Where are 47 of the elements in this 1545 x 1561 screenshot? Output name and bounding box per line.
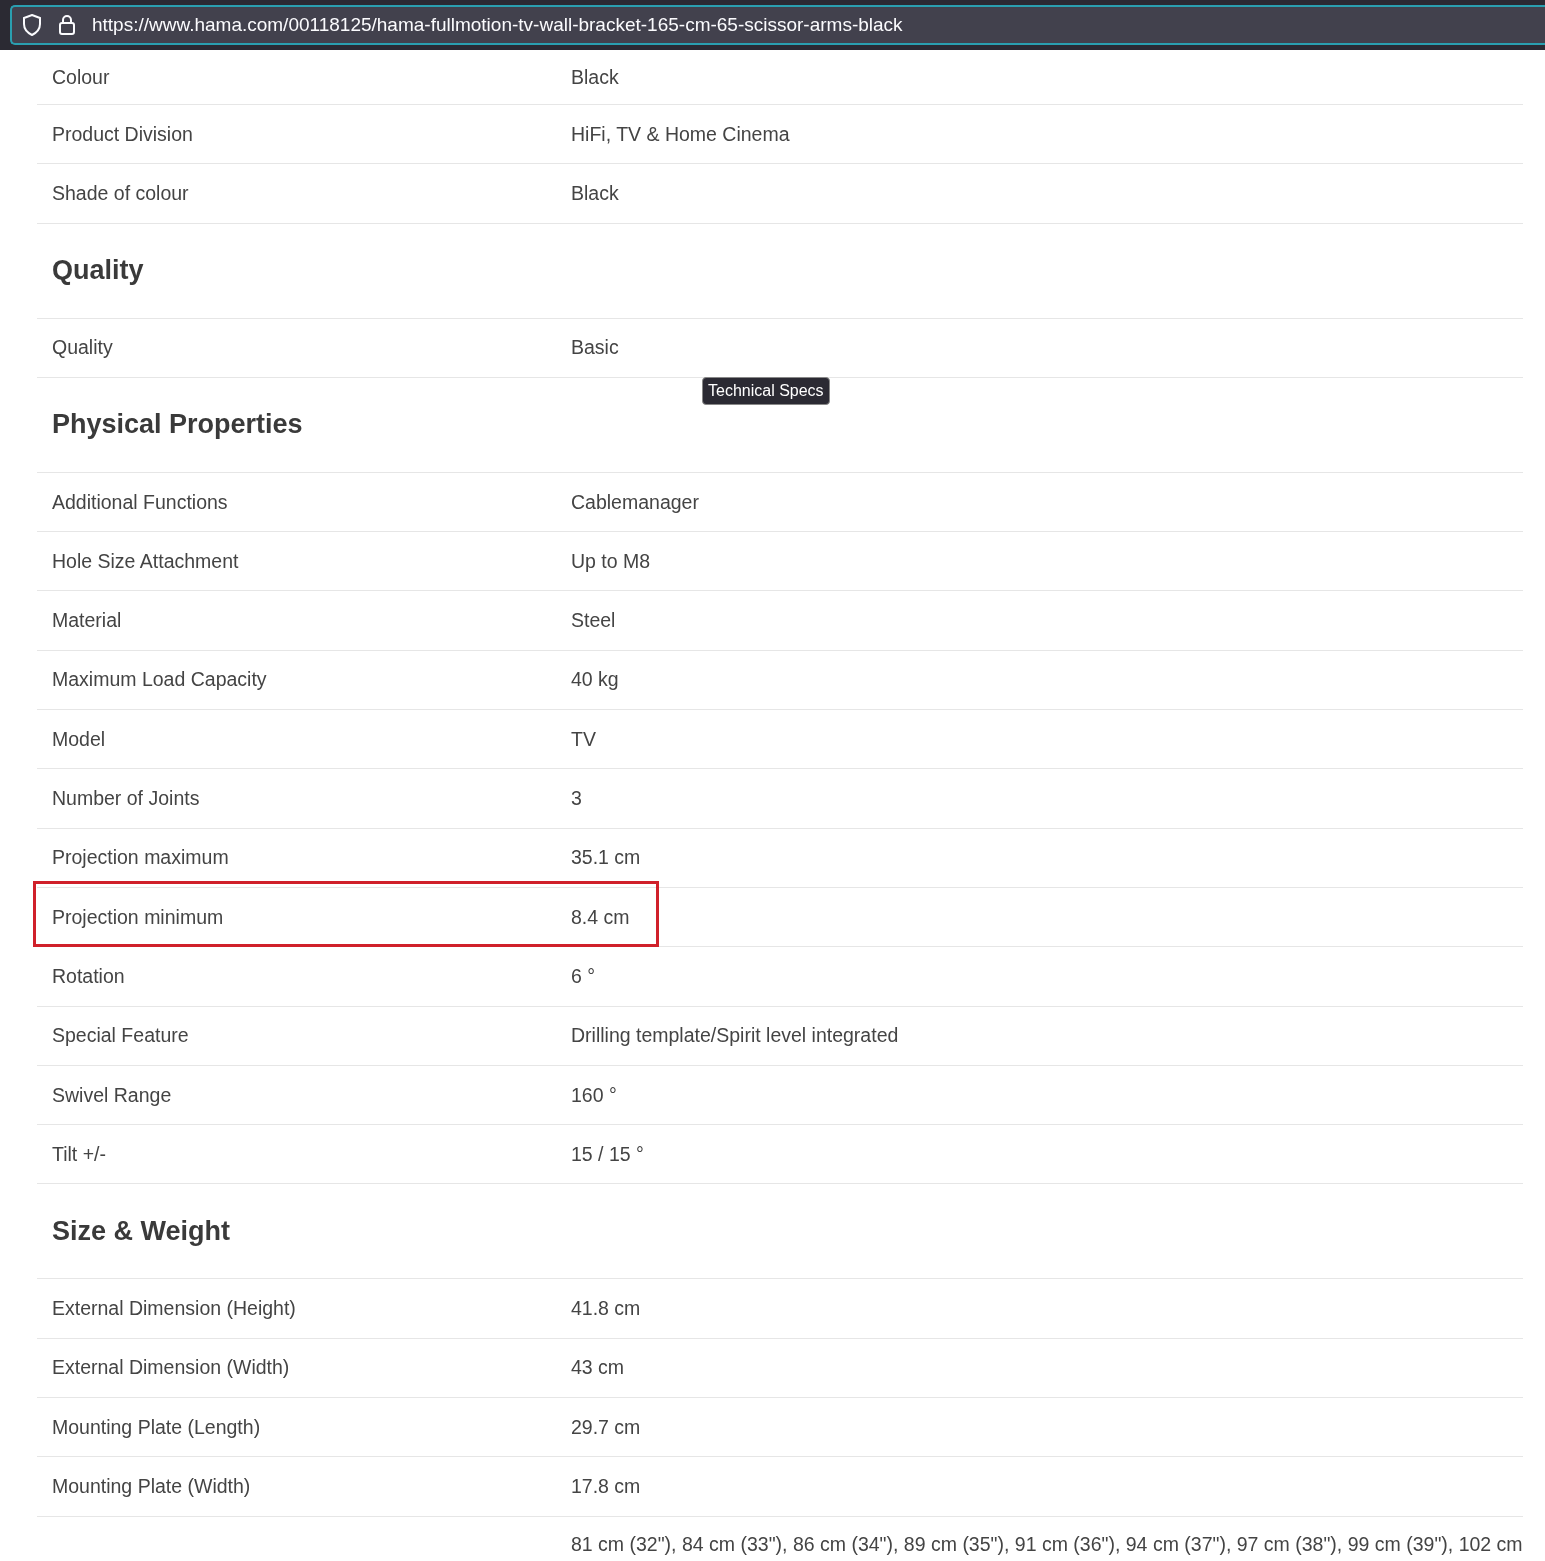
spec-value: HiFi, TV & Home Cinema [571, 122, 791, 146]
spec-label: Colour [52, 65, 111, 89]
spec-value: 15 / 15 ° [571, 1142, 645, 1166]
spec-value: 81 cm (32"), 84 cm (33"), 86 cm (34"), 89 cm (35"), 91 cm (36"), 94 cm (37"), 97 cm (38"), 99 cm (39"), 102 cm [571, 1532, 1523, 1556]
spec-label: External Dimension (Height) [52, 1297, 297, 1321]
spec-value: 160 ° [571, 1083, 618, 1107]
spec-label: Number of Joints [52, 787, 201, 810]
spec-label: Projection maximum [52, 846, 230, 870]
spec-value: 6 ° [571, 964, 597, 988]
spec-value: 8.4 cm [571, 905, 631, 929]
spec-value: 41.8 cm [571, 1297, 642, 1321]
spec-label: Product Division [52, 122, 194, 146]
spec-label: Quality [52, 336, 114, 360]
lock-icon [58, 14, 76, 36]
spec-value: Cablemanager [571, 490, 700, 514]
spec-value: 43 cm [571, 1356, 626, 1380]
spec-label: Tilt +/- [52, 1142, 107, 1166]
spec-value: Drilling template/Spirit level integrated [571, 1024, 900, 1048]
shield-icon [22, 14, 42, 36]
spec-value: TV [571, 727, 597, 751]
spec-value: Basic [571, 336, 620, 360]
spec-label: Material [52, 609, 123, 633]
spec-label: External Dimension (Width) [52, 1356, 291, 1380]
spec-label: Special Feature [52, 1024, 190, 1048]
spec-label: Model [52, 727, 107, 751]
spec-value: Black [571, 65, 620, 89]
spec-label: Shade of colour [52, 181, 190, 205]
spec-label: Hole Size Attachment [52, 549, 240, 573]
spec-value: Up to M8 [571, 549, 652, 573]
spec-label: Additional Functions [52, 490, 229, 514]
spec-label: Projection minimum [52, 905, 225, 929]
spec-label: Maximum Load Capacity [52, 668, 268, 692]
spec-value: 3 [571, 787, 583, 810]
spec-value: Steel [571, 609, 617, 633]
spec-label: Mounting Plate (Width) [52, 1475, 252, 1498]
spec-value: 17.8 cm [571, 1475, 642, 1498]
spec-label: Swivel Range [52, 1083, 173, 1107]
spec-value: Black [571, 181, 620, 205]
spec-label: Rotation [52, 964, 126, 988]
spec-value: 40 kg [571, 668, 620, 692]
section-heading: Size & Weight [37, 1184, 1523, 1280]
tooltip: Technical Specs [702, 377, 830, 405]
spec-value: 35.1 cm [571, 846, 642, 870]
address-bar[interactable]: https://www.hama.com/00118125/hama-fullmotion-tv-wall-bracket-165-cm-65-scissor-arms-black [10, 5, 1545, 45]
spec-label: Mounting Plate (Length) [52, 1415, 262, 1439]
spec-value: 29.7 cm [571, 1415, 642, 1439]
section-heading: Quality [37, 223, 1523, 319]
